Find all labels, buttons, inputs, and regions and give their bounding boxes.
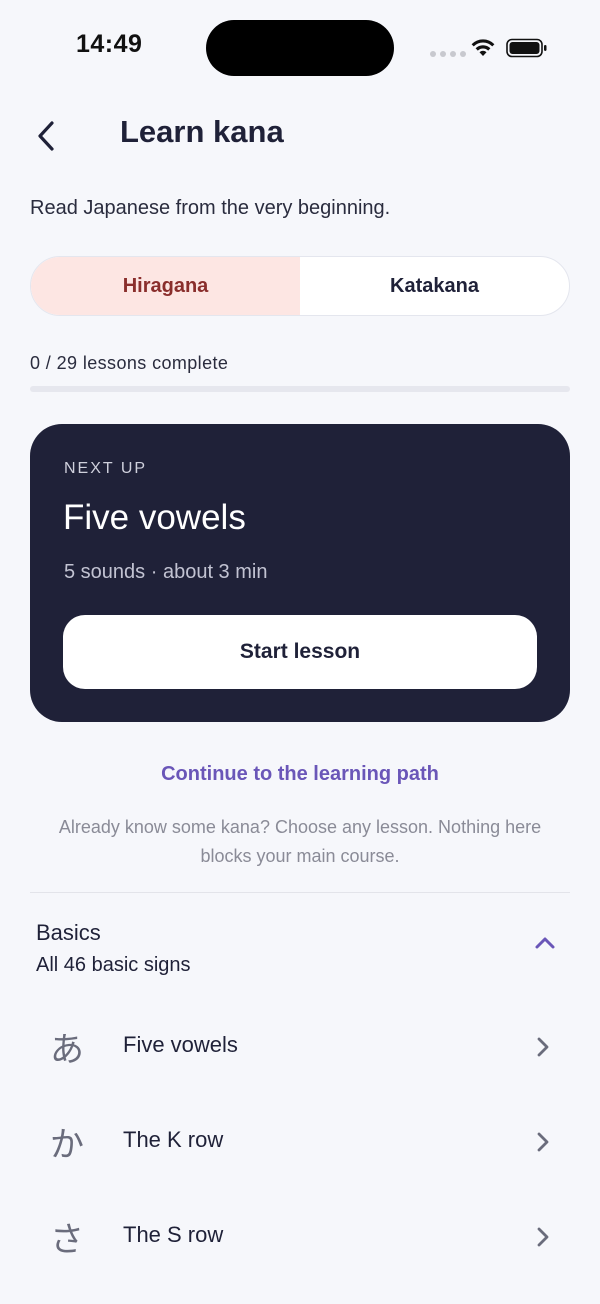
lesson-label: The K row — [123, 1127, 224, 1152]
chevron-right-icon — [537, 1037, 549, 1057]
progress-bar — [30, 386, 570, 392]
chevron-left-icon — [38, 121, 54, 151]
next-up-label: NEXT UP — [64, 460, 148, 477]
chevron-right-icon — [537, 1132, 549, 1152]
lesson-label: Five vowels — [123, 1032, 238, 1057]
page-title: Learn kana — [120, 114, 284, 149]
lesson-row-s-row[interactable]: さ The S row — [30, 1196, 570, 1282]
tab-hiragana[interactable]: Hiragana — [31, 257, 300, 315]
status-time: 14:49 — [76, 30, 143, 58]
divider — [30, 892, 570, 893]
lesson-label: The S row — [123, 1222, 224, 1247]
back-button[interactable] — [28, 116, 64, 156]
script-tabs: Hiragana Katakana — [30, 256, 570, 316]
section-basics-toggle[interactable]: Basics All 46 basic signs — [30, 910, 570, 990]
start-lesson-button[interactable]: Start lesson — [63, 615, 537, 689]
section-subtitle: All 46 basic signs — [36, 954, 191, 976]
kana-glyph: さ — [50, 1220, 84, 1260]
cellular-signal-icon — [430, 51, 466, 57]
progress-label: 0 / 29 lessons complete — [30, 353, 229, 373]
lesson-row-five-vowels[interactable]: あ Five vowels — [30, 1006, 570, 1092]
page-subtitle: Read Japanese from the very beginning. — [30, 197, 391, 219]
helper-text: Already know some kana? Choose any lesso… — [58, 817, 542, 866]
chevron-up-icon — [535, 937, 555, 949]
dynamic-island — [206, 20, 394, 76]
kana-glyph: あ — [50, 1030, 84, 1070]
wifi-icon — [471, 39, 495, 56]
next-lesson-card: NEXT UP Five vowels 5 sounds · about 3 m… — [30, 424, 570, 722]
battery-icon — [506, 38, 547, 58]
chevron-right-icon — [537, 1227, 549, 1247]
continue-learning-path-link[interactable]: Continue to the learning path — [0, 763, 600, 786]
status-bar: 14:49 — [0, 0, 600, 96]
kana-glyph: か — [50, 1125, 84, 1165]
next-lesson-title: Five vowels — [63, 498, 246, 537]
next-lesson-meta: 5 sounds · about 3 min — [64, 561, 268, 583]
lesson-row-k-row[interactable]: か The K row — [30, 1101, 570, 1187]
section-title: Basics — [36, 920, 101, 945]
tab-katakana[interactable]: Katakana — [300, 257, 569, 315]
